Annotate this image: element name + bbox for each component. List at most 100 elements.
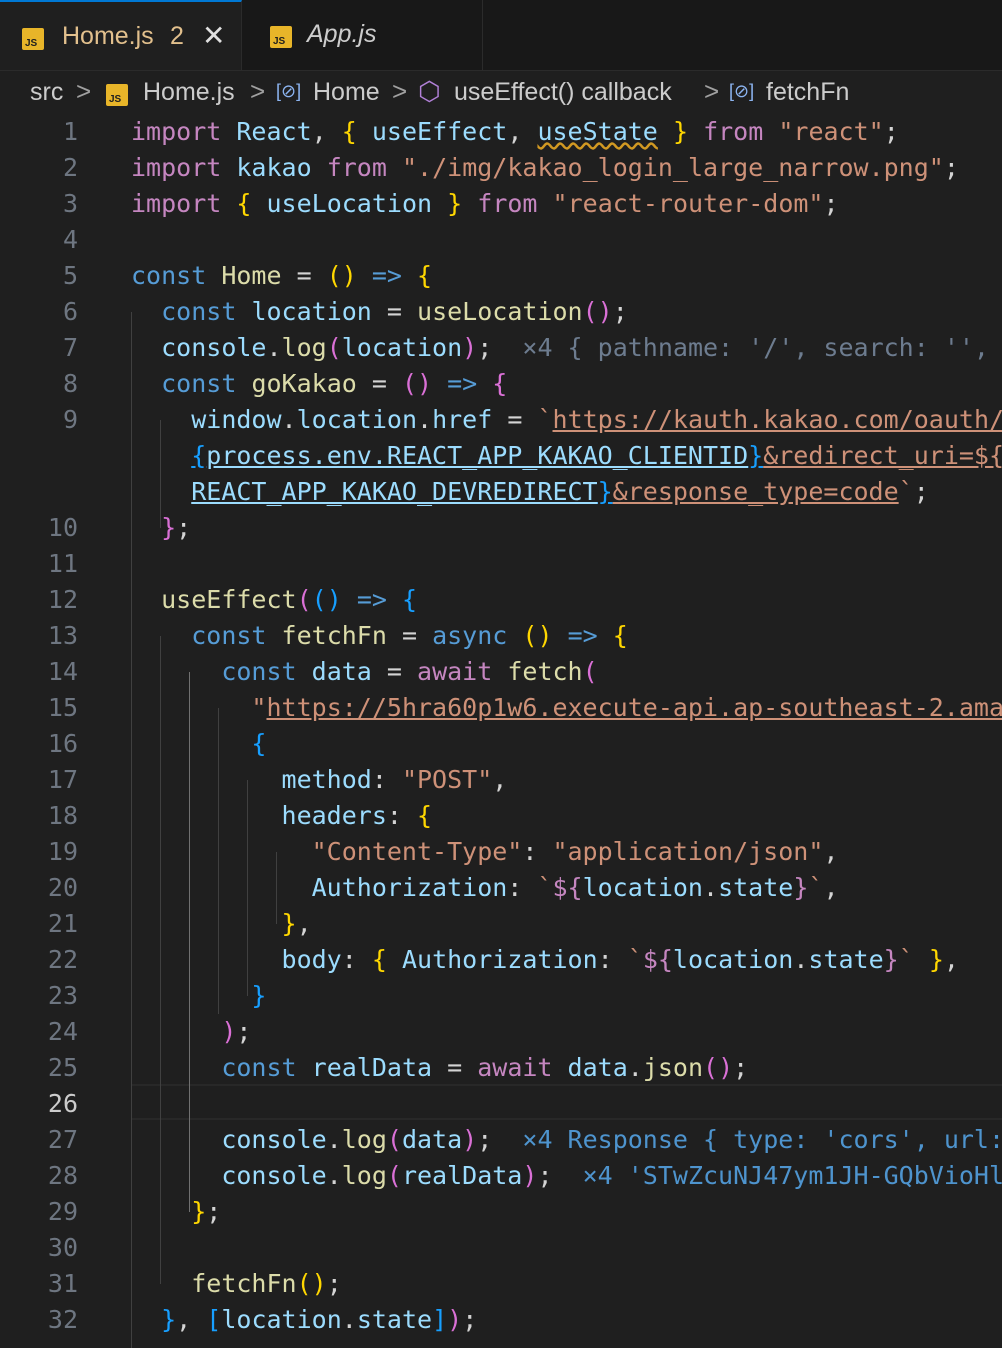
code-line[interactable]: 18 headers: {	[0, 798, 1002, 834]
code-text: "https://5hra60p1w6.execute-api.ap-south…	[251, 693, 1002, 722]
code-line[interactable]: 5 const Home = () => {	[0, 258, 1002, 294]
code-text: console.log(location); ×4 { pathname: '/…	[131, 330, 1002, 366]
line-number: 18	[47, 801, 78, 830]
chevron-right-icon: >	[250, 76, 266, 106]
code-text: method: "POST",	[281, 765, 508, 794]
tab-app-js[interactable]: JS App.js	[243, 0, 483, 70]
code-line[interactable]: 32 }, [location.state]);	[0, 1302, 1002, 1338]
code-line[interactable]: 30	[0, 1230, 1002, 1266]
code-line[interactable]: 22 body: { Authorization: `${location.st…	[0, 942, 1002, 978]
js-file-icon: JS	[270, 26, 292, 48]
code-line[interactable]: 24 );	[0, 1014, 1002, 1050]
line-number: 2	[62, 153, 78, 182]
code-line[interactable]: 17 method: "POST",	[0, 762, 1002, 798]
code-text: const location = useLocation();	[161, 297, 628, 326]
code-text: Authorization: `${location.state}`,	[311, 873, 839, 902]
breadcrumb-symbol[interactable]: Home	[313, 78, 380, 107]
line-number: 20	[47, 873, 78, 902]
line-number: 26	[47, 1089, 78, 1118]
code-text: headers: {	[281, 801, 433, 830]
line-number: 6	[62, 297, 78, 326]
code-text: }	[251, 981, 267, 1010]
code-line[interactable]: REACT_APP_KAKAO_DEVREDIRECT}&response_ty…	[0, 474, 1002, 510]
line-number: 27	[47, 1125, 78, 1154]
code-text: body: { Authorization: `${location.state…	[281, 945, 959, 974]
line-number: 9	[62, 405, 78, 434]
breadcrumb-symbol[interactable]: fetchFn	[766, 78, 849, 107]
code-line[interactable]: 13 const fetchFn = async () => {	[0, 618, 1002, 654]
code-line[interactable]: 31 fetchFn();	[0, 1266, 1002, 1302]
code-line[interactable]: 29 };	[0, 1194, 1002, 1230]
code-line[interactable]: 20 Authorization: `${location.state}`,	[0, 870, 1002, 906]
code-line[interactable]: {process.env.REACT_APP_KAKAO_CLIENTID}&r…	[0, 438, 1002, 474]
line-number: 29	[47, 1197, 78, 1226]
code-line[interactable]: 21 },	[0, 906, 1002, 942]
code-line-current[interactable]: 26	[0, 1086, 1002, 1122]
code-text: },	[281, 909, 312, 938]
line-number: 24	[47, 1017, 78, 1046]
line-number: 25	[47, 1053, 78, 1082]
chevron-right-icon: >	[76, 76, 92, 106]
code-editor[interactable]: 1 import React, { useEffect, useState } f…	[0, 114, 1002, 1348]
code-line[interactable]: 10 };	[0, 510, 1002, 546]
breadcrumb-symbol[interactable]: useEffect() callback	[454, 78, 672, 107]
code-text: {	[251, 729, 267, 758]
line-number: 17	[47, 765, 78, 794]
code-line[interactable]: 1 import React, { useEffect, useState } f…	[0, 114, 1002, 150]
line-number: 13	[47, 621, 78, 650]
code-line[interactable]: 6 const location = useLocation();	[0, 294, 1002, 330]
code-line[interactable]: 3 import { useLocation } from "react-rout…	[0, 186, 1002, 222]
variable-symbol-icon: [⊘]	[729, 81, 755, 101]
code-line[interactable]: 9 window.location.href = `https://kauth.…	[0, 402, 1002, 438]
tab-label: App.js	[307, 20, 377, 48]
line-number: 16	[47, 729, 78, 758]
code-text: const fetchFn = async () => {	[191, 621, 628, 650]
inlay-hint: ×4 { pathname: '/', search: '', has	[522, 333, 1002, 362]
code-text: };	[191, 1197, 222, 1226]
code-line[interactable]: 25 const realData = await data.json();	[0, 1050, 1002, 1086]
line-number: 7	[62, 333, 78, 362]
line-number: 11	[47, 549, 78, 578]
code-text: const data = await fetch(	[221, 657, 598, 686]
close-icon[interactable]: ✕	[202, 22, 225, 50]
code-line[interactable]: 19 "Content-Type": "application/json",	[0, 834, 1002, 870]
code-line[interactable]: 12 useEffect(() => {	[0, 582, 1002, 618]
line-number: 23	[47, 981, 78, 1010]
code-line[interactable]: 4	[0, 222, 1002, 258]
line-number: 5	[62, 261, 78, 290]
code-text: const goKakao = () => {	[161, 369, 508, 398]
line-number: 32	[47, 1305, 78, 1334]
code-text: REACT_APP_KAKAO_DEVREDIRECT}&response_ty…	[191, 477, 929, 506]
code-line[interactable]: 28 console.log(realData); ×4 'STwZcuNJ47…	[0, 1158, 1002, 1194]
problems-count-badge: 2	[170, 22, 184, 50]
chevron-right-icon: >	[704, 76, 720, 106]
code-text: window.location.href = `https://kauth.ka…	[191, 405, 1002, 434]
line-number: 4	[62, 225, 78, 254]
line-number: 8	[62, 369, 78, 398]
js-file-icon: JS	[106, 84, 128, 106]
line-number: 1	[62, 117, 78, 146]
inlay-hint: ×4 'STwZcuNJ47ym1JH-GQbVioHlWw2	[582, 1161, 1002, 1190]
code-text: "Content-Type": "application/json",	[311, 837, 839, 866]
code-line[interactable]: 14 const data = await fetch(	[0, 654, 1002, 690]
code-line[interactable]: 2 import kakao from "./img/kakao_login_la…	[0, 150, 1002, 186]
breadcrumb-file[interactable]: Home.js	[143, 78, 235, 107]
code-text: {process.env.REACT_APP_KAKAO_CLIENTID}&r…	[191, 441, 1002, 470]
breadcrumb-folder[interactable]: src	[30, 78, 63, 107]
code-line[interactable]: 27 console.log(data); ×4 Response { type…	[0, 1122, 1002, 1158]
breadcrumb: src > JS Home.js > [⊘] Home > ⬡ useEffec…	[0, 70, 1002, 116]
code-text: useEffect(() => {	[161, 585, 418, 614]
code-line[interactable]: 15 "https://5hra60p1w6.execute-api.ap-so…	[0, 690, 1002, 726]
code-text: import React, { useEffect, useState } fr…	[131, 117, 899, 146]
tab-home-js[interactable]: JS Home.js 2 ✕	[0, 0, 242, 70]
code-line[interactable]: 11	[0, 546, 1002, 582]
line-number: 15	[47, 693, 78, 722]
line-number: 21	[47, 909, 78, 938]
tab-label: Home.js	[62, 22, 154, 50]
line-number: 30	[47, 1233, 78, 1262]
line-number: 19	[47, 837, 78, 866]
code-line[interactable]: 23 }	[0, 978, 1002, 1014]
code-line[interactable]: 16 {	[0, 726, 1002, 762]
code-line[interactable]: 7 console.log(location); ×4 { pathname: …	[0, 330, 1002, 366]
code-line[interactable]: 8 const goKakao = () => {	[0, 366, 1002, 402]
